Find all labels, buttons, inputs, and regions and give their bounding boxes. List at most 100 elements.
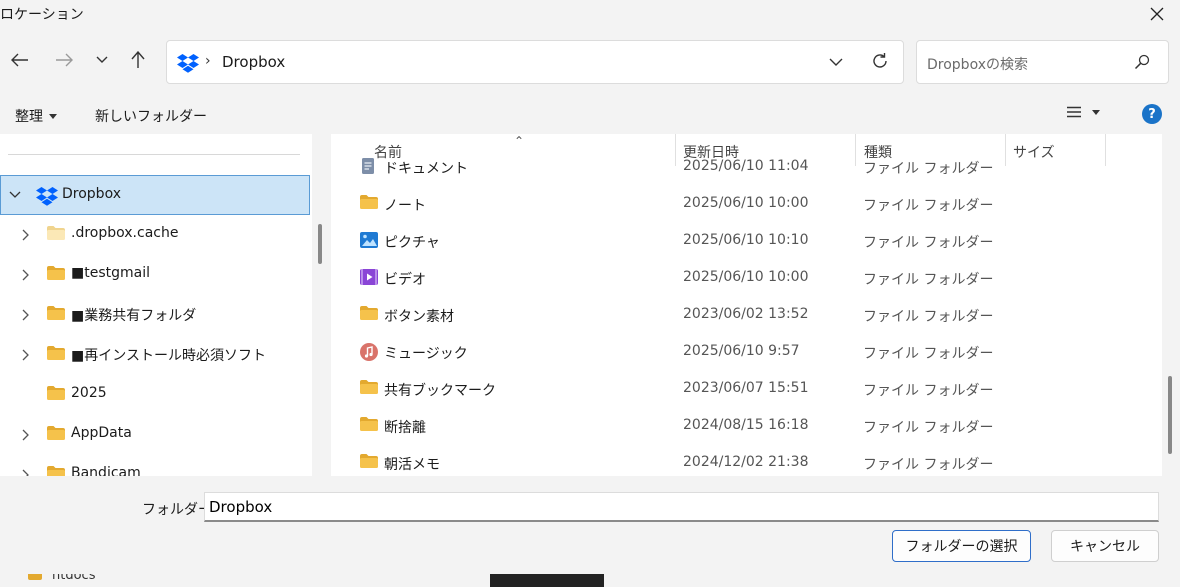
file-row[interactable]: ノート 2025/06/10 10:00 ファイル フォルダー — [331, 185, 1162, 222]
folder-icon — [46, 425, 66, 445]
folder-icon — [46, 305, 66, 325]
organize-button[interactable]: 整理 — [15, 106, 57, 126]
file-date: 2025/06/10 10:00 — [683, 269, 809, 285]
file-name: 朝活メモ — [384, 457, 440, 473]
file-date: 2024/12/02 21:38 — [683, 454, 809, 470]
file-type: ファイル フォルダー — [863, 161, 994, 177]
file-list-scrollbar-thumb[interactable] — [1168, 376, 1172, 454]
file-date: 2023/06/07 15:51 — [683, 380, 809, 396]
folder-input[interactable] — [204, 492, 1159, 522]
file-name: ノート — [384, 198, 426, 214]
folder-icon — [46, 465, 66, 476]
file-date: 2025/06/10 10:10 — [683, 232, 809, 248]
chevron-right-icon[interactable] — [20, 269, 32, 281]
chevron-right-icon[interactable] — [20, 309, 32, 321]
folder-icon — [359, 416, 379, 436]
folder-icon — [359, 453, 379, 473]
nav-item-label: Dropbox — [62, 186, 121, 202]
file-row[interactable]: 共有ブックマーク 2023/06/07 15:51 ファイル フォルダー — [331, 370, 1162, 407]
caret-down-icon — [49, 113, 57, 119]
title-bar: ロケーション — [0, 0, 1180, 28]
arrow-left-icon — [11, 53, 28, 67]
file-row[interactable]: 朝活メモ 2024/12/02 21:38 ファイル フォルダー — [331, 444, 1162, 476]
file-date: 2023/06/02 13:52 — [683, 306, 809, 322]
pictures-icon — [359, 231, 379, 253]
up-button[interactable] — [124, 46, 152, 74]
documents-icon — [359, 157, 377, 179]
nav-item-label: ■再インストール時必須ソフト — [71, 348, 266, 364]
nav-scrollbar-thumb[interactable] — [318, 224, 322, 264]
chevron-right-icon[interactable] — [20, 469, 32, 476]
search-box[interactable]: Dropboxの検索 — [916, 40, 1169, 84]
breadcrumb-chevron-icon: › — [205, 53, 211, 69]
chevron-down-icon — [829, 58, 843, 66]
file-row[interactable]: ミュージック 2025/06/10 9:57 ファイル フォルダー — [331, 333, 1162, 370]
arrow-right-icon — [56, 53, 73, 67]
background-window-strip: htdocs — [0, 574, 1180, 587]
chevron-down-icon[interactable] — [9, 189, 21, 201]
nav-item[interactable]: .dropbox.cache — [0, 215, 310, 255]
file-date: 2025/06/10 10:00 — [683, 195, 809, 211]
folder-icon — [46, 265, 66, 285]
nav-item-label: 2025 — [71, 385, 107, 401]
location-dialog: ロケーション › Dropbox Dropboxの検索 整理 新しいフォルダー … — [0, 0, 1180, 587]
help-button[interactable]: ? — [1142, 104, 1162, 124]
file-row[interactable]: ドキュメント 2025/06/10 11:04 ファイル フォルダー — [331, 148, 1162, 185]
file-row[interactable]: ボタン素材 2023/06/02 13:52 ファイル フォルダー — [331, 296, 1162, 333]
address-bar[interactable]: › Dropbox — [166, 40, 904, 84]
new-folder-button[interactable]: 新しいフォルダー — [95, 106, 207, 126]
breadcrumb-current[interactable]: Dropbox — [222, 53, 285, 71]
folder-icon — [28, 574, 42, 580]
nav-item[interactable]: Bandicam — [0, 455, 310, 476]
file-row[interactable]: ビデオ 2025/06/10 10:00 ファイル フォルダー — [331, 259, 1162, 296]
nav-item-label: Bandicam — [71, 465, 141, 476]
window-title: ロケーション — [0, 7, 84, 23]
file-type: ファイル フォルダー — [863, 346, 994, 362]
nav-divider — [8, 154, 300, 155]
address-history-button[interactable] — [829, 55, 843, 71]
file-date: 2025/06/10 9:57 — [683, 343, 800, 359]
folder-icon — [359, 305, 379, 325]
file-date: 2025/06/10 11:04 — [683, 158, 809, 174]
refresh-icon — [873, 53, 887, 68]
nav-item[interactable]: ■再インストール時必須ソフト — [0, 335, 310, 375]
close-button[interactable] — [1134, 0, 1180, 28]
recent-locations-button[interactable] — [88, 46, 116, 74]
nav-item[interactable]: ■testgmail — [0, 255, 310, 295]
background-folder-label: htdocs — [52, 574, 96, 583]
chevron-right-icon[interactable] — [20, 429, 32, 441]
select-folder-button[interactable]: フォルダーの選択 — [892, 530, 1031, 562]
refresh-button[interactable] — [871, 52, 889, 74]
back-button[interactable] — [6, 46, 34, 74]
file-type: ファイル フォルダー — [863, 420, 994, 436]
file-type: ファイル フォルダー — [863, 198, 994, 214]
search-icon[interactable] — [1134, 54, 1150, 74]
view-options-button[interactable] — [1066, 106, 1100, 118]
file-type: ファイル フォルダー — [863, 309, 994, 325]
nav-item-label: ■testgmail — [71, 265, 150, 281]
search-placeholder: Dropboxの検索 — [927, 57, 1028, 73]
nav-item[interactable]: AppData — [0, 415, 310, 455]
file-date: 2024/08/15 16:18 — [683, 417, 809, 433]
folder-icon — [46, 385, 66, 405]
nav-item[interactable]: Dropbox — [0, 175, 310, 215]
file-name: 共有ブックマーク — [384, 383, 496, 399]
file-row[interactable]: 断捨離 2024/08/15 16:18 ファイル フォルダー — [331, 407, 1162, 444]
nav-item[interactable]: 2025 — [0, 375, 310, 415]
dialog-footer: フォルダー: フォルダーの選択 キャンセル — [0, 476, 1180, 587]
forward-button[interactable] — [50, 46, 78, 74]
list-view-icon — [1067, 106, 1081, 118]
file-name: ビデオ — [384, 272, 426, 288]
chevron-right-icon[interactable] — [20, 349, 32, 361]
dropbox-icon — [36, 186, 58, 210]
file-type: ファイル フォルダー — [863, 457, 994, 473]
cancel-button[interactable]: キャンセル — [1051, 530, 1159, 562]
file-row[interactable]: ピクチャ 2025/06/10 10:10 ファイル フォルダー — [331, 222, 1162, 259]
chevron-right-icon[interactable] — [20, 229, 32, 241]
command-bar: 整理 新しいフォルダー — [0, 96, 1180, 132]
music-icon — [359, 342, 379, 366]
nav-item[interactable]: ■業務共有フォルダ — [0, 295, 310, 335]
nav-item-label: ■業務共有フォルダ — [71, 308, 197, 324]
file-list: 名前 ⌃ 更新日時 種類 サイズ ドキュメント 2025/06/10 11:04 フ… — [331, 134, 1162, 476]
file-type: ファイル フォルダー — [863, 235, 994, 251]
